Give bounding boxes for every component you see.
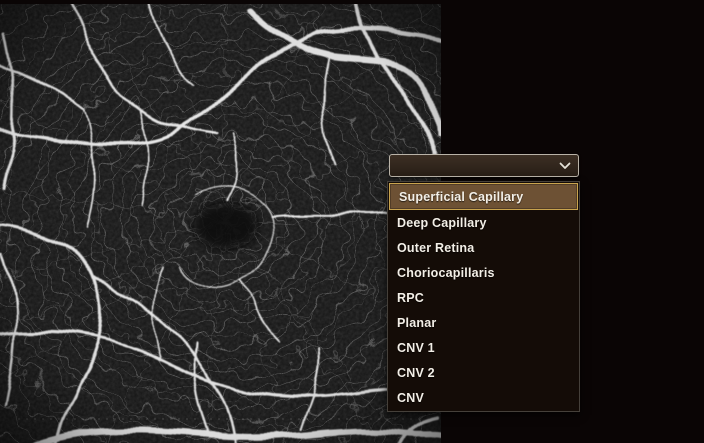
dropdown-option-rpc[interactable]: RPC bbox=[388, 285, 579, 310]
dropdown-option-planar[interactable]: Planar bbox=[388, 311, 579, 336]
dropdown-option-choriocapillaris[interactable]: Choriocapillaris bbox=[388, 260, 579, 285]
dropdown-option-cnv[interactable]: CNV bbox=[388, 386, 579, 411]
layer-select[interactable] bbox=[389, 154, 579, 177]
app-window: Superficial CapillaryDeep CapillaryOuter… bbox=[0, 0, 704, 443]
dropdown-option-cnv-2[interactable]: CNV 2 bbox=[388, 361, 579, 386]
layer-dropdown-list: Superficial CapillaryDeep CapillaryOuter… bbox=[387, 181, 580, 412]
dropdown-option-superficial-capillary[interactable]: Superficial Capillary bbox=[389, 183, 578, 210]
chevron-down-icon bbox=[559, 162, 571, 170]
dropdown-option-outer-retina[interactable]: Outer Retina bbox=[388, 235, 579, 260]
retina-angiography-image bbox=[0, 4, 441, 443]
dropdown-option-cnv-1[interactable]: CNV 1 bbox=[388, 336, 579, 361]
dropdown-option-deep-capillary[interactable]: Deep Capillary bbox=[388, 210, 579, 235]
